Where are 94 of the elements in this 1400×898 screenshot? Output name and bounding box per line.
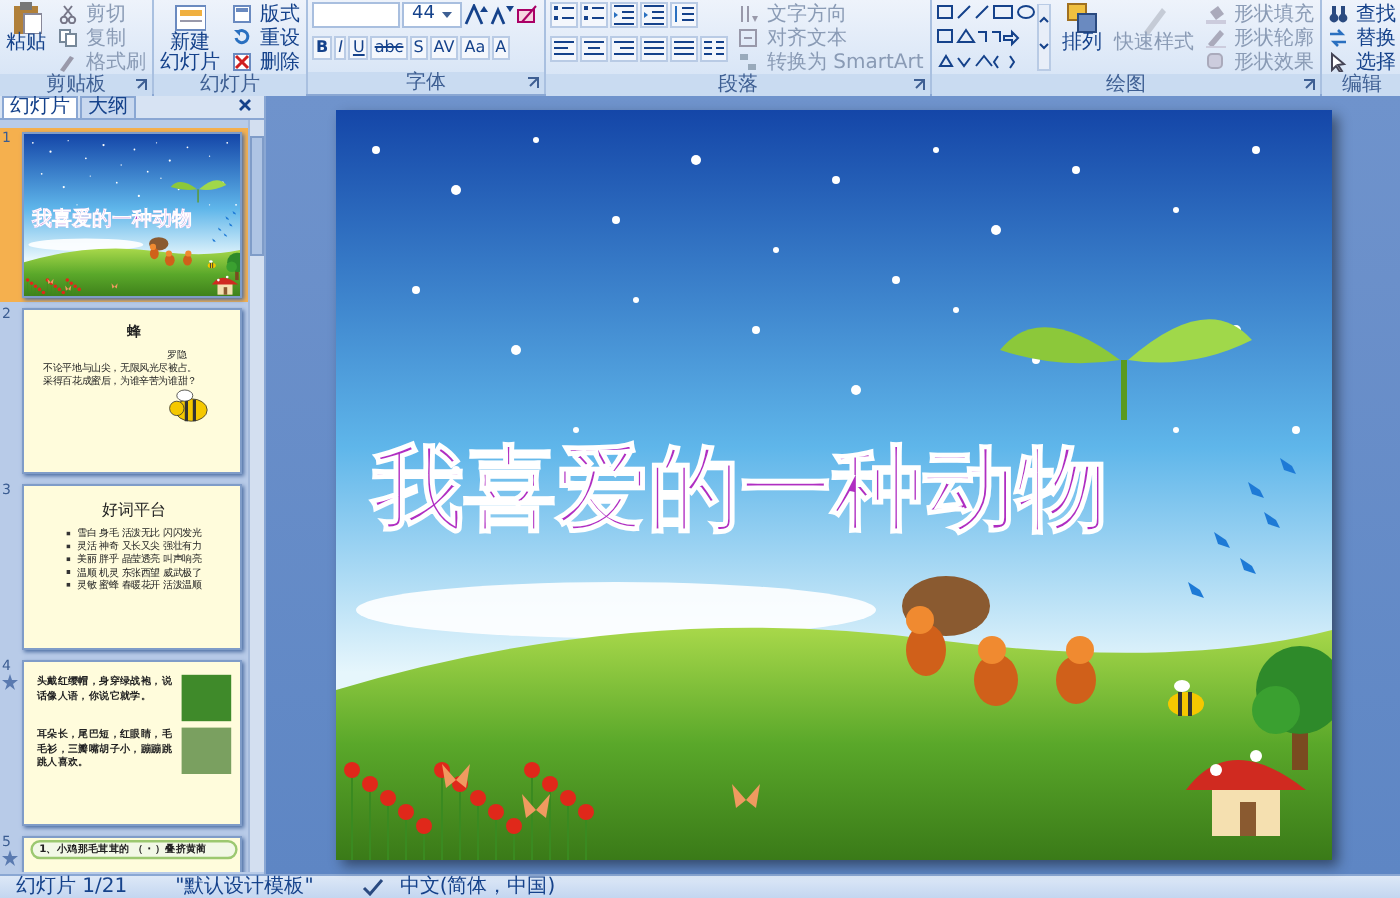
bullets-icon[interactable] [550,2,579,28]
group-label: 幻灯片 [200,74,260,96]
clipboard-icon [10,2,42,34]
arrange-icon [1065,2,1098,34]
grow-font-icon [464,4,489,26]
ribbon-button[interactable]: 重设 [230,26,302,50]
sprout-drawing [170,180,227,204]
mushroom-house-drawing [1185,750,1305,836]
birds-drawing [212,211,237,242]
ribbon-button[interactable]: 查找 [1325,2,1398,26]
bullet-icon [66,583,71,588]
delete-slide-icon [232,52,252,72]
ribbon-button[interactable]: 版式 [230,2,302,26]
align-right-icon[interactable] [610,36,639,62]
bullet-icon [66,544,71,549]
shrink-font-icon [490,4,515,26]
ribbon-button[interactable]: 替换 [1325,26,1398,50]
cursor-icon [1327,52,1348,72]
group-label: 绘图 [1105,74,1146,96]
close-icon[interactable] [238,98,252,112]
dialog-launcher-icon[interactable] [134,78,148,92]
increase-indent-icon[interactable] [640,2,669,28]
ribbon-button[interactable]: 删除 [230,50,302,74]
format-button[interactable]: U [348,36,369,60]
line-spacing-icon[interactable] [670,2,699,28]
slide-title: 我喜爱的一种动物 [31,208,192,231]
photo-placeholder [181,727,232,774]
slide-icon [174,2,206,34]
scissors-icon [58,4,78,24]
smartart-icon [738,52,759,72]
dialog-launcher-icon[interactable] [526,76,541,90]
slide-heading: 好词平台 [102,498,166,521]
reset-icon [232,28,252,48]
tree-drawing [1251,646,1331,770]
align-left-icon[interactable] [550,36,579,62]
bullet-icon [66,557,71,562]
format-button[interactable]: S [409,36,428,60]
language-indicator[interactable]: 中文(简体，中国) [399,876,556,898]
bee-drawing [1167,680,1203,718]
ribbon-button[interactable]: 新建 幻灯片 [158,2,222,74]
ants-drawing [149,237,192,266]
panel-tab[interactable]: 大纲 [80,96,136,118]
tree-drawing [226,252,240,281]
birds-drawing [1187,458,1295,598]
effects-icon [1205,52,1226,72]
flowers-drawing [25,278,81,296]
dialog-launcher-icon[interactable] [911,78,926,92]
clouds-drawing [28,238,144,251]
columns-icon[interactable] [700,36,729,62]
slide-title: 我喜爱的一种动物 [371,434,1107,542]
distributed-icon[interactable] [670,36,699,62]
group-label: 字体 [406,72,447,94]
group-label: 段落 [718,74,759,96]
copy-icon [58,28,78,48]
panel-tab[interactable]: 幻灯片 [2,96,78,118]
bee-drawing [207,260,216,269]
pen-icon [1205,28,1226,48]
group-label: 编辑 [1341,74,1382,96]
ribbon-button[interactable]: 选择 [1325,50,1398,74]
bee-drawing [167,387,212,425]
format-button[interactable]: I [334,36,347,60]
paint-bucket-icon [1205,4,1226,24]
text-direction-icon [738,4,759,24]
clear-format-icon [516,4,541,26]
justify-icon[interactable] [640,36,669,62]
format-button[interactable]: AV [429,36,459,60]
ribbon-button[interactable]: 粘贴 [4,2,48,54]
shapes-gallery[interactable] [935,4,1052,72]
mushroom-house-drawing [211,275,239,295]
theme-name: "默认设计模板" [175,876,314,898]
spell-check-icon [361,878,384,896]
group-label: 剪贴板 [46,74,106,96]
align-center-icon[interactable] [580,36,609,62]
format-button[interactable]: Aa [460,36,490,60]
bullet-icon [66,570,71,575]
bullet-icon [66,531,71,536]
layout-icon [232,4,252,24]
font-name-field[interactable] [312,2,400,28]
align-text-icon [738,28,759,48]
format-button[interactable]: A [491,36,511,60]
butterflies-drawing [47,278,118,291]
decrease-indent-icon[interactable] [610,2,639,28]
slide-counter: 幻灯片 1/21 [16,876,128,898]
font-size-field[interactable]: 44 [402,2,463,28]
format-button[interactable]: abc [370,36,408,60]
binoculars-icon [1327,4,1348,24]
scrollbar[interactable] [248,120,264,872]
format-button[interactable]: B [312,36,333,60]
dialog-launcher-icon[interactable] [1301,78,1316,92]
photo-placeholder [181,674,232,722]
ribbon-button[interactable]: 排列 [1059,2,1104,54]
replace-icon [1327,28,1348,48]
caret-icon [442,12,453,18]
numbering-icon[interactable] [580,2,609,28]
